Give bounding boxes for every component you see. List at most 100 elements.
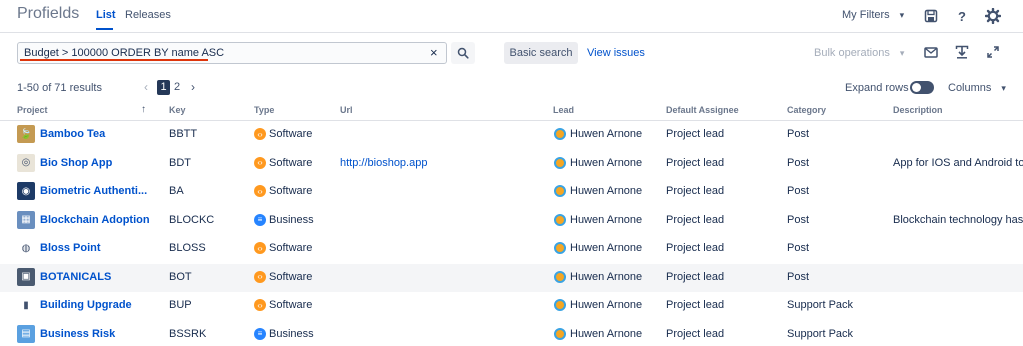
column-header-description[interactable]: Description [893,105,943,115]
project-lead: Huwen Arnone [570,213,643,226]
lead-avatar-icon [554,270,566,283]
project-key: BSSRK [169,327,207,340]
software-type-icon: ‹› [254,128,266,140]
project-url-link[interactable]: http://bioshop.app [340,157,427,169]
default-assignee: Project lead [666,299,725,311]
export-icon[interactable] [952,42,972,62]
project-avatar-icon: ▮ [17,296,35,314]
top-bar: Profields List Releases My Filters ▾ ? [0,0,1023,33]
save-icon[interactable] [921,6,941,26]
lead-avatar-icon [554,327,566,340]
page-1-button[interactable]: 1 [157,80,170,95]
project-lead: Huwen Arnone [570,299,643,311]
search-icon [457,47,469,59]
project-lead: Huwen Arnone [570,327,643,340]
project-name-link[interactable]: Bloss Point [40,242,160,254]
help-icon[interactable]: ? [952,6,972,26]
lead-avatar-icon [554,156,566,169]
project-description: App for IOS and Android to f [893,156,1023,169]
project-type: Business [269,213,314,226]
project-avatar-icon: 🍃 [17,125,35,143]
my-filters-label: My Filters [842,9,890,21]
table-row[interactable]: ▣ BOTANICALS BOT ‹› Software Huwen Arnone Proj… [0,263,1023,292]
default-assignee: Project lead [666,270,725,283]
project-key: BUP [169,299,192,311]
column-header-url[interactable]: Url [340,105,353,115]
business-type-icon: ≡ [254,327,266,340]
project-category: Post [787,185,810,197]
column-header-key[interactable]: Key [169,105,186,115]
table-row[interactable]: ◉ Biometric Authenti... BA ‹› Software Huwen … [0,178,1023,206]
tab-list[interactable]: List [96,9,116,21]
project-lead: Huwen Arnone [570,128,643,140]
expand-rows-toggle[interactable] [910,81,934,94]
project-category: Post [787,128,810,140]
chevron-down-icon: ▾ [1001,83,1006,93]
project-name-link[interactable]: Bio Shop App [40,157,160,169]
project-key: BLOSS [169,242,206,254]
column-header-type[interactable]: Type [254,105,274,115]
table-row[interactable]: ◍ Bloss Point BLOSS ‹› Software Huwen Arnone P… [0,235,1023,263]
project-name-link[interactable]: Bamboo Tea [40,128,160,140]
basic-search-button[interactable]: Basic search [504,42,578,64]
table-row[interactable]: ▦ Blockchain Adoption BLOCKC ≡ Business Huwen… [0,207,1023,235]
software-type-icon: ‹› [254,242,266,254]
bulk-operations-dropdown[interactable]: Bulk operations ▾ [814,47,904,59]
project-avatar-icon: ▤ [17,324,35,343]
project-name-link[interactable]: Blockchain Adoption [40,214,160,226]
project-type: Software [269,270,313,283]
gear-icon[interactable] [983,6,1003,26]
default-assignee: Project lead [666,327,725,340]
sort-ascending-icon[interactable]: ↑ [141,104,146,115]
project-key: BBTT [169,128,198,140]
project-type: Software [269,156,313,169]
project-type: Software [269,128,313,140]
clear-search-icon[interactable]: × [430,45,438,60]
project-key: BA [169,185,184,197]
column-header-default-assignee[interactable]: Default Assignee [666,105,739,115]
table-row[interactable]: 🍃 Bamboo Tea BBTT ‹› Software Huwen Arnone Pro… [0,121,1023,149]
column-header-lead[interactable]: Lead [553,105,574,115]
view-issues-link[interactable]: View issues [587,47,645,59]
lead-avatar-icon [554,213,566,226]
email-icon[interactable] [921,42,941,62]
toggle-knob [912,83,921,92]
pager-next-icon[interactable]: › [191,80,195,94]
lead-avatar-icon [554,185,566,197]
project-type: Business [269,327,314,340]
project-category: Post [787,242,810,254]
project-type: Software [269,185,313,197]
project-category: Support Pack [787,327,854,340]
bulk-operations-label: Bulk operations [814,47,890,59]
column-header-project[interactable]: Project [17,105,48,115]
project-avatar-icon: ◍ [17,239,35,257]
software-type-icon: ‹› [254,270,266,283]
project-name-link[interactable]: Building Upgrade [40,299,160,311]
table-row[interactable]: ▤ Business Risk BSSRK ≡ Business Huwen Arnone… [0,321,1023,346]
tab-releases[interactable]: Releases [125,9,171,21]
app-title: Profields [17,5,80,22]
project-key: BOT [169,270,192,283]
default-assignee: Project lead [666,213,725,226]
pager-prev-icon[interactable]: ‹ [144,80,148,94]
my-filters-dropdown[interactable]: My Filters ▾ [842,9,904,21]
chevron-down-icon: ▾ [899,48,905,58]
project-description: Blockchain technology has r [893,213,1023,226]
page-2-button[interactable]: 2 [174,81,180,93]
project-name-link[interactable]: Business Risk [40,328,160,340]
table-row[interactable]: ▮ Building Upgrade BUP ‹› Software Huwen Arno… [0,292,1023,320]
columns-dropdown[interactable]: Columns ▾ [948,82,1006,94]
project-name-link[interactable]: BOTANICALS [40,271,160,283]
project-lead: Huwen Arnone [570,242,643,254]
project-lead: Huwen Arnone [570,185,643,197]
project-category: Post [787,270,810,283]
results-summary: 1-50 of 71 results [17,82,102,94]
project-name-link[interactable]: Biometric Authenti... [40,185,160,197]
column-header-category[interactable]: Category [787,105,826,115]
project-category: Post [787,213,810,226]
table-row[interactable]: ◎ Bio Shop App BDT ‹› Software http://bioshop… [0,150,1023,178]
project-avatar-icon: ◉ [17,182,35,200]
project-type: Software [269,242,313,254]
fullscreen-icon[interactable] [983,42,1003,62]
search-button[interactable] [451,42,475,64]
